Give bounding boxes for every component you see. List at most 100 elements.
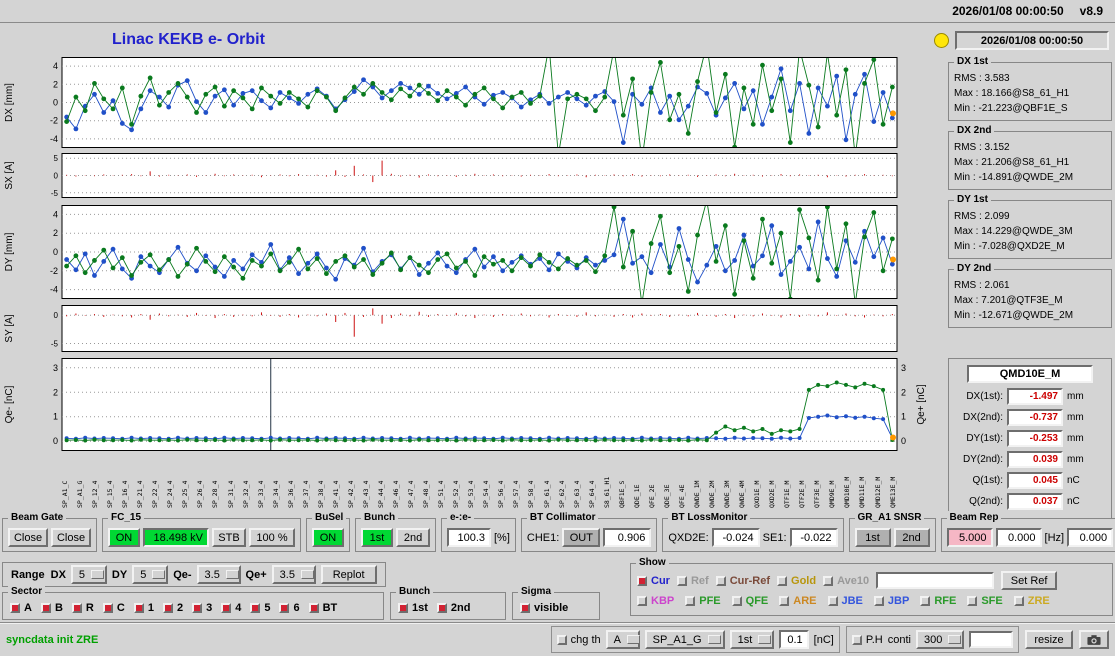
1st-button[interactable]: 1st [854,528,891,547]
dx-1st-label: DX(1st): [966,391,1003,402]
5-dropdown[interactable]: 5 [132,565,169,584]
close-button[interactable]: Close [8,528,48,547]
monitor-row: Q(1st): 0.045 nC [953,472,1107,489]
rfe-checkbox[interactable]: RFE [920,595,956,607]
bpm-label: QTF3E_M [813,480,822,508]
bt-lossmonitor-group: BT LossMonitor QXD2E: -0.024 SE1: -0.022 [662,511,844,552]
bpm-label: SP_53_4 [467,480,476,508]
checkbox-box-icon [71,603,82,613]
c-checkbox[interactable]: C [102,602,125,614]
pfe-checkbox[interactable]: PFE [685,595,721,607]
checkbox-box-icon [637,575,647,586]
300-dropdown[interactable]: 300 [916,630,964,649]
ref-name-input[interactable] [876,572,995,589]
r-checkbox[interactable]: R [71,602,94,614]
dropdown-notch-icon [225,570,239,579]
bt-collimator-group: BT Collimator CHE1: OUT 0.906 [520,511,658,552]
zre-checkbox[interactable]: ZRE [1013,595,1050,607]
jbe-checkbox[interactable]: JBE [827,595,863,607]
sp-a1-g-dropdown[interactable]: SP_A1_G [644,630,725,649]
1st-checkbox[interactable]: 1st [398,602,428,614]
sigma-group: Sigma visible [512,585,600,620]
6-checkbox[interactable]: 6 [279,602,300,614]
resize-button[interactable]: resize [1025,630,1073,649]
bpm-label: SP_42_4 [346,480,355,508]
cur-checkbox[interactable]: Cur [637,575,670,587]
b-checkbox[interactable]: B [40,602,63,614]
camera-button[interactable] [1079,630,1109,649]
bpm-label: SP_37_4 [301,480,310,508]
svg-text:-5: -5 [51,189,59,198]
bpm-label: SP_15_4 [106,480,115,508]
kbp-checkbox[interactable]: KBP [637,595,674,607]
cur-ref-checkbox[interactable]: Cur-Ref [715,575,770,587]
bpm-label: SP_A1_C [62,480,69,508]
bpm-label: SP_33_4 [256,480,265,508]
3-5-dropdown[interactable]: 3.5 [196,565,241,584]
on-button[interactable]: ON [108,528,140,547]
on-button[interactable]: ON [312,528,344,547]
4-checkbox[interactable]: 4 [221,602,241,614]
bt-checkbox[interactable]: BT [308,602,337,614]
bunch-select-group: Bunch 1st 2nd [355,511,436,552]
5-dropdown[interactable]: 5 [70,565,107,584]
a-checkbox[interactable]: A [10,602,32,614]
bpm-label: SP_36_4 [286,480,295,508]
dropdown-notch-icon [707,635,721,644]
3-5-dropdown[interactable]: 3.5 [271,565,316,584]
out-button[interactable]: OUT [562,528,601,547]
sector-group-title: Sector [8,585,46,599]
dx-1st-max: Max : 18.166@S8_61_H1 [954,88,1070,99]
che1-label: CHE1: [526,531,560,544]
status-bar: syncdata init ZRE chg th A SP_A1_G 1st 0.1 [n… [0,622,1115,656]
0-024-display: -0.024 [711,528,760,547]
1-checkbox[interactable]: 1 [133,602,154,614]
bpm-label: QMD10E_M [843,476,852,508]
conti-label: conti [887,633,911,646]
stb-button[interactable]: STB [212,528,246,547]
bpm-label-row: SP_A1_C SP_A1_G SP_12_4 SP_15_4 SP_16_4 SP_21… [62,452,897,508]
a-dropdown[interactable]: A [605,630,640,649]
1st-button[interactable]: 1st [361,528,393,547]
3-checkbox[interactable]: 3 [192,602,212,614]
linac-orbit-app: 2026/01/08 00:00:50 v8.9 Linac KEKB e- O… [0,0,1115,656]
100-button[interactable]: 100 % [249,528,295,547]
are-checkbox[interactable]: ARE [779,595,817,607]
2nd-button[interactable]: 2nd [396,528,430,547]
ave10-checkbox[interactable]: Ave10 [823,575,869,587]
p-h-checkbox[interactable]: P.H [851,634,883,646]
checkbox-box-icon [920,596,931,606]
bpm-label: SP_54_4 [482,480,491,508]
2nd-checkbox[interactable]: 2nd [436,602,470,614]
bpm-label: QXD1E_M [753,480,762,508]
svg-text:SX [A]: SX [A] [4,161,15,190]
bpm-label: QMD12E_M [873,476,882,508]
1st-dropdown[interactable]: 1st [729,630,774,649]
2-checkbox[interactable]: 2 [162,602,183,614]
bpm-label: QFE_4E [677,484,686,508]
dx-2nd-value: -0.737 [1007,409,1063,426]
sy-plot: 0 -5 SY [A] [4,305,898,352]
beam-gate-group: Beam Gate Close Close [2,511,97,552]
5-checkbox[interactable]: 5 [250,602,270,614]
gold-checkbox[interactable]: Gold [777,575,816,587]
jbp-checkbox[interactable]: JBP [873,595,909,607]
qfe-checkbox[interactable]: QFE [731,595,768,607]
chg-th-checkbox[interactable]: chg th [556,634,601,646]
2nd-button[interactable]: 2nd [893,528,930,547]
set-ref-button[interactable]: Set Ref [1001,571,1058,590]
dy-1st-max: Max : 14.229@QWDE_3M [954,226,1073,237]
svg-text:-4: -4 [50,285,58,295]
close-button[interactable]: Close [51,528,91,547]
0-000-display: 0.000 [1067,528,1114,547]
bpm-label: SP_63_4 [572,480,581,508]
ref-checkbox[interactable]: Ref [676,575,709,587]
extra-input[interactable] [969,631,1013,648]
bpm-label: SP_34_4 [271,480,280,508]
bpm-label: SP_31_4 [226,480,235,508]
replot-button[interactable]: Replot [320,565,377,584]
visible-checkbox[interactable]: visible [520,602,568,614]
timestamp-display: 2026/01/08 00:00:50 [955,31,1109,50]
sfe-checkbox[interactable]: SFE [967,595,1003,607]
topbar-datetime: 2026/01/08 00:00:50 [952,4,1064,18]
